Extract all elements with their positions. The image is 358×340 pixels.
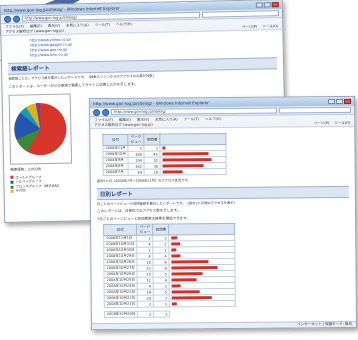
pageview-bar (171, 284, 181, 288)
column-header: 日付 (103, 224, 138, 236)
menu-edit[interactable]: 編集(E) (119, 117, 131, 122)
legend-label: その他 (15, 188, 26, 194)
section-note: このレポートは、日単位でのアクセス数を示します。 (96, 208, 181, 214)
browser-window-front: http://www.gon-log.jp/sitelog/ - Windows… (88, 95, 358, 331)
pageview-bar (171, 260, 209, 264)
search-input[interactable] (201, 10, 280, 18)
table-cell-date: 2008年10月24日 (104, 283, 138, 290)
page-content: 日付 ページビュー 訪問者 2008年11月 3 3 2008年10月 186 45 200… (90, 127, 356, 321)
table-cell-date: 2008年10月20日 (104, 311, 138, 318)
pageview-bar (171, 242, 181, 246)
table-cell-pv: 2 (137, 301, 154, 308)
table-cell-date: 2008年11月1日 (103, 235, 138, 242)
pageview-bar (171, 254, 181, 258)
section-description: 日ごとのページビューと訪問者数を集計したレポートです。（過去1ヶ月間のアクセスを… (96, 200, 237, 206)
menu-view[interactable]: 表示(V) (48, 23, 60, 28)
column-header: ページビュー (128, 134, 145, 146)
menu-file[interactable]: ファイル(F) (94, 117, 113, 122)
table-cell-date: 2008年10月21日 (104, 301, 138, 308)
section-note: 1日ごとのページビューと訪問者数の推移を確認できます。 (97, 216, 190, 222)
pageview-bar (172, 290, 200, 294)
menu-tools[interactable]: ツール(T) (184, 117, 199, 122)
table-row: 2008年7月 84 20 (103, 168, 227, 176)
table-cell-bar (169, 300, 236, 308)
table-body: 2008年11月1日 3 3 2008年10月31日 4 2 2008年10月30日 2 1 20… (103, 234, 236, 308)
table-cell-date: 2008年10月31日 (103, 241, 138, 248)
search-input[interactable] (278, 106, 352, 114)
table-row: 2008年10月21日 2 1 (104, 300, 236, 308)
pageview-bar (172, 302, 177, 306)
table-cell-date: 2008年11月 (102, 145, 129, 152)
table-cell-visitors: 1 (153, 311, 170, 318)
page-menu[interactable]: ページ(P) (314, 121, 329, 126)
close-icon[interactable] (344, 98, 352, 104)
pageview-bar (171, 272, 203, 276)
back-icon[interactable] (93, 108, 101, 116)
column-header: ページビュー (136, 224, 154, 236)
pageview-bar (162, 164, 204, 168)
menu-view[interactable]: 表示(V) (137, 117, 149, 122)
table-cell-date: 2008年10月22日 (104, 295, 138, 302)
pageview-bar (162, 152, 209, 156)
column-header: 日付 (102, 134, 129, 146)
tools-menu[interactable]: ツール(O) (334, 121, 350, 126)
table-cell-date: 2008年10月25日 (104, 277, 138, 284)
pageview-bar (162, 146, 166, 150)
column-header-bar (160, 133, 227, 146)
url-input[interactable]: http://www.gon-log.jp/sitelog/ (111, 107, 277, 115)
menu-help[interactable]: ヘルプ(H) (116, 22, 132, 27)
maximize-icon[interactable] (336, 98, 344, 105)
pageview-bar (171, 278, 197, 282)
section-title: 日別レポート (96, 185, 349, 200)
daily-stats-table: 日付 ページビュー 訪問者 2008年11月1日 3 3 2008年10月31日 4 2 2… (103, 223, 236, 308)
table-cell-visitors: 20 (144, 169, 161, 176)
monthly-stats-table: 日付 ページビュー 訪問者 2008年11月 3 3 2008年10月 186 45 200… (102, 133, 227, 176)
pageview-bar (171, 248, 177, 252)
footer-table: 2008年10月20日 1 1 (104, 311, 170, 319)
table-cell-visitors: 1 (153, 301, 170, 308)
pie-chart-icon (14, 102, 67, 155)
table-cell-date: 2008年10月30日 (103, 247, 138, 254)
forward-icon[interactable] (102, 108, 110, 116)
status-bar: インターネット | 保護モード: 無効 (91, 320, 356, 330)
back-icon[interactable] (3, 15, 12, 23)
column-header: 訪問者 (144, 134, 161, 146)
pageview-bar (172, 296, 212, 300)
minimize-icon[interactable] (255, 2, 263, 8)
pie-chart (8, 93, 73, 165)
table-cell-bar (160, 168, 227, 176)
table-cell-date: 2008年7月 (103, 169, 129, 176)
forward-icon[interactable] (12, 15, 21, 23)
menu-tools[interactable]: ツール(T) (95, 22, 110, 27)
window-title: http://www.gon-log.jp/sitelog/ - Windows… (93, 100, 209, 107)
menu-help[interactable]: ヘルプ(H) (205, 117, 221, 122)
menu-favorites[interactable]: お気に入り(A) (155, 117, 178, 122)
table-cell-date: 2008年10月29日 (103, 253, 138, 260)
minimize-icon[interactable] (328, 99, 336, 105)
table-cell-date: 2008年10月23日 (104, 289, 138, 296)
period-note: 過去5ヶ月（2008年7月～2008年11月）のアクセス状況です。 (96, 178, 191, 184)
pageview-bar (163, 170, 183, 174)
table-cell-pv: 84 (128, 169, 145, 176)
table-body: 2008年11月 3 3 2008年10月 186 45 2008年9月 194 52 2008年… (102, 144, 227, 176)
column-header: 訪問者 (152, 224, 170, 236)
referrer-link-list: http://www.yahoo.co.jp/ http://www.googl… (7, 33, 276, 59)
tools-menu[interactable]: ツール(O) (262, 24, 278, 29)
pageview-bar (162, 158, 212, 162)
column-header-bar (168, 223, 236, 236)
table-cell-date: 2008年10月 (102, 151, 129, 158)
pageview-bar (171, 266, 218, 270)
table-row: 2008年10月20日 1 1 (104, 311, 170, 318)
pageview-bar (171, 236, 178, 240)
table-cell-date: 2008年10月26日 (104, 271, 138, 278)
table-cell-date: 2008年10月27日 (103, 265, 138, 272)
page-menu[interactable]: ページ(P) (242, 25, 257, 30)
maximize-icon[interactable] (263, 2, 271, 8)
menu-edit[interactable]: 編集(E) (30, 24, 42, 29)
table-cell-pv: 1 (137, 311, 154, 318)
close-icon[interactable] (271, 2, 279, 8)
table-cell-date: 2008年10月28日 (103, 259, 138, 266)
